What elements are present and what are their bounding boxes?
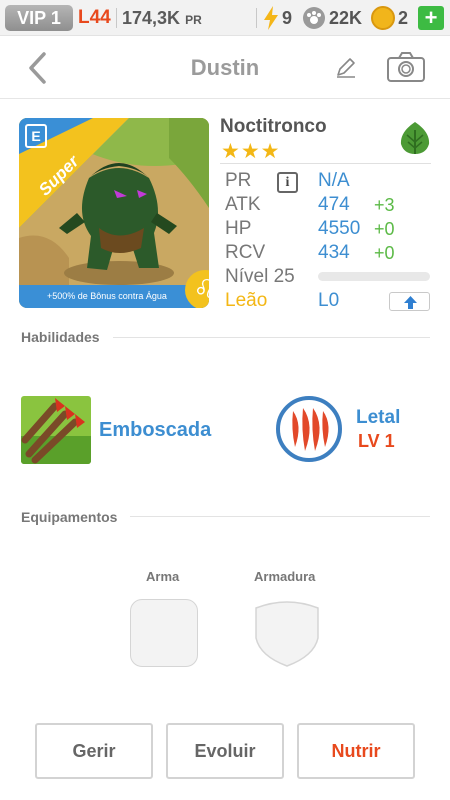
- evolve-button[interactable]: Evoluir: [166, 723, 284, 779]
- weapon-slot[interactable]: [130, 599, 198, 667]
- claw-icon[interactable]: [275, 395, 343, 463]
- edition-badge: E: [25, 124, 47, 148]
- stat-label-hp: HP: [225, 218, 252, 239]
- zodiac-sign-level: L0: [318, 290, 340, 311]
- upgrade-sign-button[interactable]: [389, 292, 430, 311]
- arrow-up-icon: [404, 296, 417, 309]
- energy-count: 9: [282, 8, 293, 28]
- lightning-icon: [264, 6, 278, 30]
- power-unit: PR: [185, 13, 202, 27]
- player-level: L44: [78, 7, 111, 28]
- manage-button[interactable]: Gerir: [35, 723, 153, 779]
- paw-count: 22K: [329, 8, 363, 28]
- stat-bonus-hp: +0: [374, 219, 395, 239]
- divider: [256, 8, 257, 28]
- stat-value-hp: 4550: [318, 218, 361, 239]
- weapon-label: Arma: [146, 569, 180, 584]
- divider: [130, 516, 430, 517]
- stat-bonus-atk: +3: [374, 195, 395, 215]
- add-currency-button[interactable]: +: [418, 6, 444, 30]
- monster-level: Nível 25: [225, 266, 295, 287]
- star-rating: ★★★: [221, 140, 281, 163]
- armor-slot[interactable]: [254, 598, 320, 668]
- stat-label-atk: ATK: [225, 194, 261, 215]
- stat-label-rcv: RCV: [225, 242, 266, 263]
- zodiac-sign-label: Leão: [225, 290, 268, 311]
- info-icon[interactable]: i: [277, 172, 298, 193]
- stat-value-atk: 474: [318, 194, 350, 215]
- stat-bonus-rcv: +0: [374, 243, 395, 263]
- skill-name-lethal[interactable]: Letal: [356, 407, 400, 429]
- element-bonus: +500% de Bônus contra Água: [19, 285, 209, 308]
- stat-label-pr: PR: [225, 170, 252, 191]
- monster-artwork: [19, 118, 209, 308]
- skill-level: LV 1: [358, 431, 395, 451]
- armor-label: Armadura: [254, 569, 316, 584]
- monster-card[interactable]: E Super +500% de Bônus contra Água ♌: [19, 118, 209, 308]
- coin-count: 2: [398, 8, 409, 28]
- leaf-element-icon: [400, 122, 430, 154]
- skill-name-ambush[interactable]: Emboscada: [99, 419, 211, 442]
- divider: [220, 163, 431, 164]
- camera-icon[interactable]: [386, 51, 426, 83]
- header: Dustin: [0, 37, 450, 99]
- section-title-skills: Habilidades: [21, 329, 100, 345]
- ambush-skill-icon[interactable]: [21, 396, 91, 464]
- monster-name: Noctitronco: [220, 116, 327, 137]
- divider: [116, 8, 117, 28]
- coin-icon: [371, 6, 395, 30]
- paw-icon: [303, 7, 325, 29]
- status-bar: VIP 1 L44 174,3K PR 9 22K 2 +: [0, 0, 450, 36]
- page-title: Dustin: [190, 55, 260, 80]
- stat-value-pr: N/A: [318, 170, 350, 191]
- feed-button[interactable]: Nutrir: [297, 723, 415, 779]
- pencil-icon[interactable]: [334, 55, 358, 79]
- section-title-equipment: Equipamentos: [21, 509, 118, 525]
- stat-value-rcv: 434: [318, 242, 350, 263]
- power-value: 174,3K: [122, 8, 181, 28]
- vip-badge[interactable]: VIP 1: [5, 5, 73, 31]
- player-power: 174,3K PR: [122, 5, 202, 33]
- divider: [113, 337, 430, 338]
- xp-progress-bar: [318, 272, 430, 281]
